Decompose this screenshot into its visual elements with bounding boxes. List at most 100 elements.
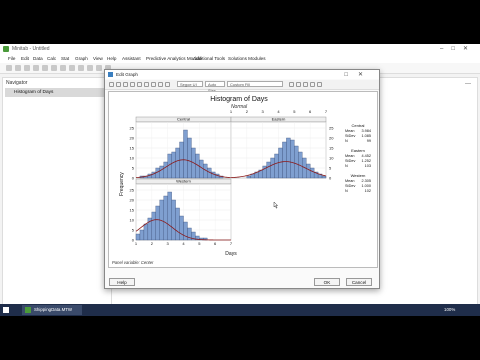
toolbar-icon[interactable] xyxy=(96,65,102,71)
edit-tool-icon[interactable] xyxy=(165,82,170,87)
histogram-bar xyxy=(159,165,164,179)
toolbar-icon[interactable] xyxy=(6,65,12,71)
legend-stat-label: Mean xyxy=(345,129,355,133)
histogram-bar xyxy=(175,207,180,241)
edit-tool-icon[interactable] xyxy=(289,82,294,87)
menu-view[interactable]: View xyxy=(93,56,103,61)
dialog-title: Edit Graph xyxy=(116,72,138,77)
histogram-bar xyxy=(175,147,180,179)
window-controls[interactable]: –□✕ xyxy=(440,45,476,52)
menu-additional-tools[interactable]: Additional Tools xyxy=(193,56,225,61)
edit-tool-icon[interactable] xyxy=(109,82,114,87)
toolbar-icon[interactable] xyxy=(60,65,66,71)
app-title: Minitab - Untitled xyxy=(12,46,50,52)
y-tick-label: 20 xyxy=(329,135,334,140)
legend-stat-value: 3.984 xyxy=(361,129,371,133)
help-button[interactable]: Help xyxy=(109,278,135,286)
edit-tool-icon[interactable] xyxy=(296,82,301,87)
edit-tool-icon[interactable] xyxy=(151,82,156,87)
histogram-bar xyxy=(179,215,184,241)
edit-graph-dialog: Edit Graph □✕ Segoe UI Auto Size Custom … xyxy=(104,69,380,289)
legend-stat-value: 99 xyxy=(367,139,371,143)
cancel-button[interactable]: Cancel xyxy=(346,278,372,286)
menu-edit[interactable]: Edit xyxy=(21,56,29,61)
edit-tool-icon[interactable] xyxy=(137,82,142,87)
menu-graph[interactable]: Graph xyxy=(75,56,88,61)
histogram-bar xyxy=(171,199,176,241)
y-tick-label: 15 xyxy=(130,145,135,150)
toolbar-icon[interactable] xyxy=(42,65,48,71)
edit-tool-icon[interactable] xyxy=(303,82,308,87)
x-tick-label: 7 xyxy=(230,241,233,246)
edit-tool-icon[interactable] xyxy=(130,82,135,87)
legend-panel-name: Eastern xyxy=(351,148,365,153)
fill-select[interactable]: Custom Fill xyxy=(227,81,283,87)
panel-label: Central xyxy=(177,117,190,122)
navigator-panel: Navigator Histogram of Days xyxy=(2,77,112,307)
edit-tool-icon[interactable] xyxy=(158,82,163,87)
panel-label: Western xyxy=(176,179,191,184)
toolbar-icon[interactable] xyxy=(51,65,57,71)
edit-tool-icon[interactable] xyxy=(123,82,128,87)
legend-stat-value: 1.000 xyxy=(361,184,371,188)
dialog-title-bar: Edit Graph □✕ xyxy=(105,70,379,79)
toolbar-icon[interactable] xyxy=(69,65,75,71)
windows-start-icon[interactable] xyxy=(3,307,9,313)
x-tick-label: 6 xyxy=(214,241,217,246)
legend-stat-value: 1.085 xyxy=(361,134,371,138)
menu-bar: File Edit Data Calc Stat Graph View Help Assista… xyxy=(0,54,480,63)
y-tick-label: 5 xyxy=(132,227,135,232)
taskbar-file-button[interactable]: ShippingData.MTW xyxy=(22,305,82,315)
histogram-bar xyxy=(290,139,295,179)
toolbar-icon[interactable] xyxy=(15,65,21,71)
histogram-bar xyxy=(135,233,141,241)
menu-help[interactable]: Help xyxy=(107,56,116,61)
menu-stat[interactable]: Stat xyxy=(61,56,69,61)
y-tick-label: 25 xyxy=(329,125,334,130)
y-tick-label: 5 xyxy=(132,165,135,170)
histogram-bar xyxy=(143,223,149,241)
legend-stat-label: N xyxy=(345,164,348,168)
panel-variable-note: Panel variable: Center xyxy=(112,260,154,265)
legend-stat-label: Mean xyxy=(345,154,355,158)
output-options-icon[interactable]: — xyxy=(465,81,471,87)
histogram-bar xyxy=(183,129,188,179)
toolbar-icon[interactable] xyxy=(33,65,39,71)
size-select[interactable]: Auto Size xyxy=(205,81,225,93)
histogram-bar xyxy=(199,159,204,179)
histogram-bar xyxy=(309,167,315,179)
dialog-window-controls[interactable]: □✕ xyxy=(344,71,373,78)
legend-stat-label: StDev xyxy=(345,184,355,188)
edit-graph-toolbar: Segoe UI Auto Size Custom Fill xyxy=(105,80,379,93)
graph-canvas[interactable]: Histogram of Days Normal Central Eastern Wes… xyxy=(108,91,378,268)
x-axis-label: Days xyxy=(225,251,237,257)
font-select[interactable]: Segoe UI xyxy=(177,81,203,87)
edit-tool-icon[interactable] xyxy=(317,82,322,87)
histogram-bar xyxy=(270,157,275,179)
panel-label: Eastern xyxy=(272,117,286,122)
histogram-bar xyxy=(286,137,291,179)
toolbar-icon[interactable] xyxy=(78,65,84,71)
menu-data[interactable]: Data xyxy=(33,56,43,61)
menu-calc[interactable]: Calc xyxy=(47,56,56,61)
y-tick-label: 25 xyxy=(130,187,135,192)
navigator-item-histogram[interactable]: Histogram of Days xyxy=(5,88,109,97)
edit-tool-icon[interactable] xyxy=(116,82,121,87)
x-tick-label: 5 xyxy=(293,109,296,114)
histogram-bar xyxy=(139,229,145,241)
ok-button[interactable]: OK xyxy=(314,278,340,286)
toolbar-icon[interactable] xyxy=(87,65,93,71)
app-title-bar: Minitab - Untitled –□✕ xyxy=(0,44,480,54)
y-tick-label: 10 xyxy=(130,217,135,222)
legend-stat-label: Mean xyxy=(345,179,355,183)
minitab-logo-icon xyxy=(3,46,9,52)
toolbar-icon[interactable] xyxy=(24,65,30,71)
edit-tool-icon[interactable] xyxy=(144,82,149,87)
menu-file[interactable]: File xyxy=(8,56,15,61)
menu-solutions-modules[interactable]: Solutions Modules xyxy=(228,56,266,61)
legend-stat-value: 1.252 xyxy=(361,159,371,163)
menu-assistant[interactable]: Assistant xyxy=(122,56,141,61)
edit-tool-icon[interactable] xyxy=(310,82,315,87)
histogram-bar xyxy=(211,171,216,179)
x-tick-label: 5 xyxy=(198,241,201,246)
